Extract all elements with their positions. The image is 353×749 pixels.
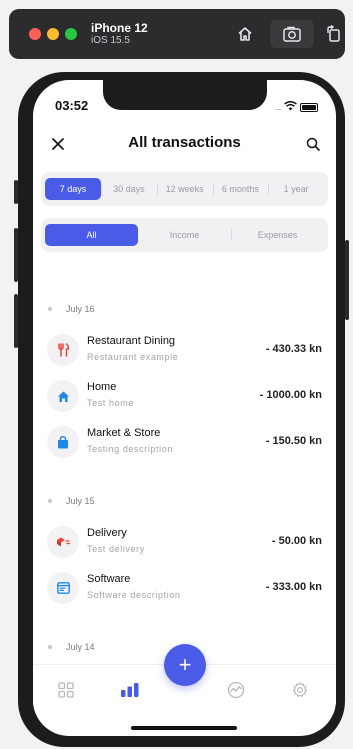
screen-header: All transactions: [33, 130, 336, 158]
transaction-amount: - 430.33 kn: [265, 343, 322, 355]
transaction-row[interactable]: Restaurant Dining Restaurant example - 4…: [47, 332, 322, 368]
os-version: iOS 15.5: [91, 35, 130, 47]
date-header: July 16: [48, 304, 95, 314]
device-name: iPhone 12: [91, 20, 148, 35]
window-controls: [29, 28, 77, 40]
trend-icon[interactable]: [225, 679, 247, 701]
transaction-name: Restaurant Dining: [87, 335, 176, 347]
type-option-income[interactable]: Income: [138, 224, 231, 246]
date-label: July 15: [66, 496, 95, 506]
transaction-row[interactable]: Software Software description - 333.00 k…: [47, 570, 322, 606]
transaction-description: Software description: [87, 590, 181, 600]
type-option-all[interactable]: All: [45, 224, 138, 246]
volume-down-button: [14, 294, 18, 348]
range-option-7-days[interactable]: 7 days: [45, 178, 101, 200]
range-option-6-months[interactable]: 6 months: [212, 178, 269, 200]
status-time: 03:52: [55, 98, 89, 113]
type-option-expenses[interactable]: Expenses: [231, 224, 324, 246]
app-screen: 03:52 .... All transactions 7 days 30 da…: [33, 80, 336, 736]
range-option-12-weeks[interactable]: 12 weeks: [156, 178, 213, 200]
date-bullet: [48, 645, 52, 649]
camera-icon[interactable]: [270, 20, 314, 48]
grid-icon[interactable]: [55, 679, 77, 701]
home-icon[interactable]: [231, 23, 259, 45]
transaction-name: Delivery: [87, 527, 127, 539]
shopping-bag-icon: [47, 426, 79, 458]
zoom-window-button[interactable]: [65, 28, 77, 40]
silent-switch: [14, 180, 18, 204]
minimize-window-button[interactable]: [47, 28, 59, 40]
close-window-button[interactable]: [29, 28, 41, 40]
battery-icon: [300, 102, 318, 112]
bar-chart-icon[interactable]: [119, 679, 141, 701]
transaction-row[interactable]: Market & Store Testing description - 150…: [47, 424, 322, 460]
search-icon[interactable]: [302, 133, 324, 155]
notch: [103, 80, 267, 110]
transaction-amount: - 333.00 kn: [265, 581, 322, 593]
wifi-icon: [284, 98, 297, 116]
range-filter: 7 days 30 days 12 weeks 6 months 1 year: [41, 172, 328, 206]
date-bullet: [48, 307, 52, 311]
transaction-description: Test delivery: [87, 544, 145, 554]
date-header: July 15: [48, 496, 95, 506]
page-title: All transactions: [128, 134, 241, 151]
transaction-amount: - 1000.00 kn: [259, 389, 322, 401]
software-icon: [47, 572, 79, 604]
range-option-30-days[interactable]: 30 days: [101, 178, 157, 200]
transaction-description: Test home: [87, 398, 134, 408]
signal-indicator: ....: [274, 102, 282, 112]
simulator-toolbar: iPhone 12 iOS 15.5: [9, 9, 345, 59]
transaction-row[interactable]: Delivery Test delivery - 50.00 kn: [47, 524, 322, 560]
home-indicator: [131, 726, 237, 730]
plus-icon: +: [178, 652, 192, 677]
power-button: [345, 240, 349, 320]
date-label: July 16: [66, 304, 95, 314]
transaction-row[interactable]: Home Test home - 1000.00 kn: [47, 378, 322, 414]
transaction-name: Market & Store: [87, 427, 161, 439]
transaction-description: Restaurant example: [87, 352, 179, 362]
transaction-name: Home: [87, 381, 117, 393]
transaction-description: Testing description: [87, 444, 173, 454]
volume-up-button: [14, 228, 18, 282]
delivery-icon: [47, 526, 79, 558]
gear-icon[interactable]: [289, 679, 311, 701]
date-header: July 14: [48, 642, 95, 652]
range-option-1-year[interactable]: 1 year: [268, 178, 324, 200]
type-filter: All Income Expenses: [41, 218, 328, 252]
status-icons: ....: [275, 98, 318, 116]
fork-knife-icon: [47, 334, 79, 366]
home-icon: [47, 380, 79, 412]
transaction-amount: - 50.00 kn: [271, 535, 322, 547]
rotate-icon[interactable]: [321, 23, 347, 45]
simulator-title: iPhone 12 iOS 15.5: [91, 20, 148, 47]
transaction-amount: - 150.50 kn: [265, 435, 322, 447]
date-bullet: [48, 499, 52, 503]
add-transaction-button[interactable]: +: [164, 644, 206, 686]
transaction-name: Software: [87, 573, 131, 585]
date-label: July 14: [66, 642, 95, 652]
